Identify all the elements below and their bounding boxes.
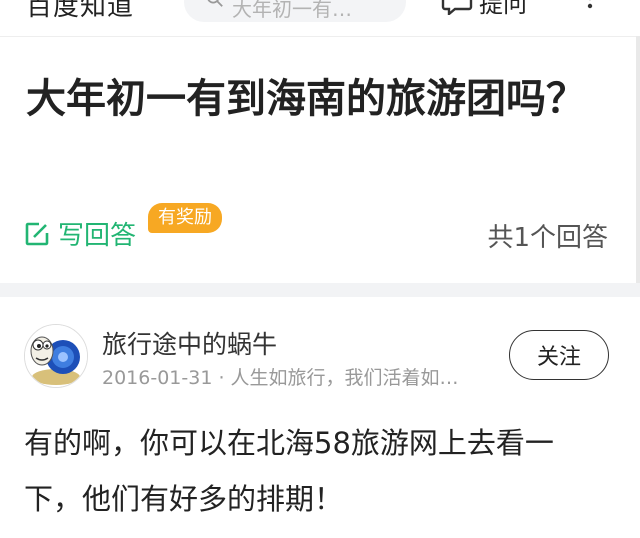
scrollbar[interactable] [636,36,640,284]
ask-label: 提问 [479,0,527,18]
write-answer-button[interactable]: 写回答 [24,215,136,252]
follow-button[interactable]: 关注 [509,330,609,380]
section-divider [0,283,640,297]
search-icon [207,0,223,7]
reward-badge: 有奖励 [148,203,222,233]
answer-meta: 2016-01-31 · 人生如旅行，我们活着如… [102,367,459,389]
question-title: 大年初一有到海南的旅游团吗？ [26,76,586,122]
ask-icon [441,0,473,15]
search-placeholder: 大年初一有… [232,0,352,21]
search-bar[interactable]: 大年初一有… [184,0,406,22]
top-bar: 百度知道 大年初一有… 提问 [0,0,640,37]
answer-count: 共1个回答 [487,223,608,253]
answerer-name[interactable]: 旅行途中的蜗牛 [102,325,277,361]
more-icon[interactable] [586,0,594,12]
ask-button[interactable]: 提问 [441,0,527,18]
snail-avatar[interactable] [24,324,88,388]
app-logo[interactable]: 百度知道 [26,0,134,23]
answer-body: 有的啊，你可以在北海58旅游网上去看一下，他们有好多的排期！ [24,426,554,516]
question-card: 大年初一有到海南的旅游团吗？ 写回答 有奖励 共1个回答 [0,37,636,283]
answer-card: 旅行途中的蜗牛 2016-01-31 · 人生如旅行，我们活着如… 关注 有的啊… [0,297,640,538]
write-answer-label: 写回答 [58,221,137,251]
snail-avatar-image [25,325,87,387]
edit-icon [25,222,49,245]
